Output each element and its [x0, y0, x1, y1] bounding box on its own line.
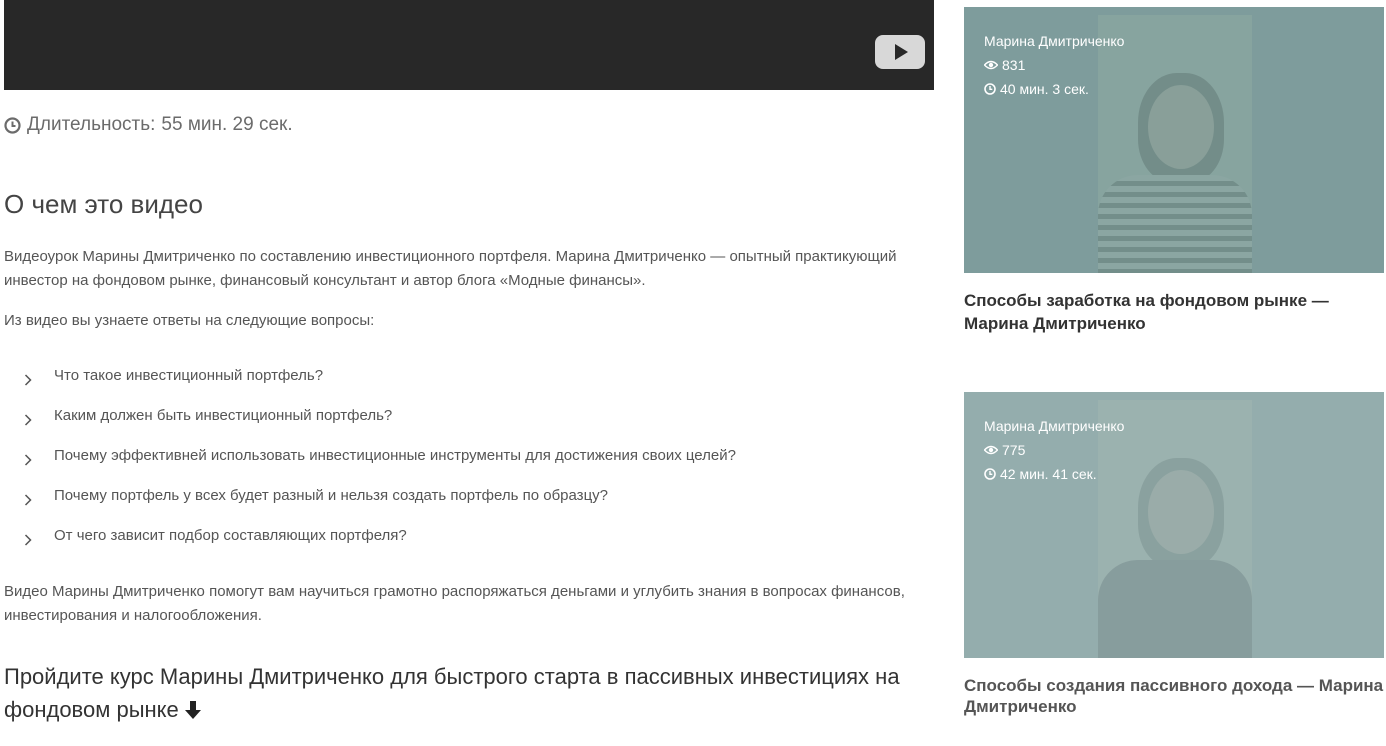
video-meta: Марина Дмитриченко 775 42 мин. 41 сек.	[984, 414, 1124, 486]
card-title[interactable]: Способы заработка на фондовом рынке — Ма…	[964, 289, 1384, 335]
intro-paragraph: Видеоурок Марины Дмитриченко по составле…	[4, 248, 897, 289]
duration-label: Длительность:	[27, 114, 156, 135]
clock-icon	[984, 468, 996, 480]
card-duration: 40 мин. 3 сек.	[1000, 81, 1089, 97]
related-video-card[interactable]: Марина Дмитриченко 831 40 мин. 3 сек. Сп…	[964, 7, 1384, 335]
video-thumbnail[interactable]: Марина Дмитриченко 775 42 мин. 41 сек.	[964, 392, 1384, 658]
list-item: От чего зависит подбор составляющих порт…	[24, 524, 736, 564]
card-duration: 42 мин. 41 сек.	[1000, 466, 1097, 482]
question-text: Почему портфель у всех будет разный и не…	[54, 487, 608, 504]
chevron-right-icon	[24, 454, 32, 466]
course-heading-text: Пройдите курс Марины Дмитриченко для быс…	[4, 664, 900, 722]
chevron-right-icon	[24, 494, 32, 506]
chevron-right-icon	[24, 534, 32, 546]
related-video-card[interactable]: Марина Дмитриченко 775 42 мин. 41 сек. С…	[964, 392, 1384, 717]
duration-value: 55 мин. 29 сек.	[161, 114, 293, 135]
questions-list: Что такое инвестиционный портфель? Каким…	[24, 364, 736, 564]
video-meta: Марина Дмитриченко 831 40 мин. 3 сек.	[984, 29, 1124, 101]
eye-icon	[984, 60, 998, 70]
card-views: 831	[1002, 57, 1026, 73]
section-title: О чем это видео	[4, 189, 203, 219]
list-item: Каким должен быть инвестиционный портфел…	[24, 404, 736, 444]
list-item: Почему портфель у всех будет разный и не…	[24, 484, 736, 524]
question-text: Каким должен быть инвестиционный портфел…	[54, 407, 393, 424]
question-text: Почему эффективней использовать инвестиц…	[54, 447, 736, 464]
outro-paragraph: Видео Марины Дмитриченко помогут вам нау…	[4, 583, 905, 624]
eye-icon	[984, 445, 998, 455]
list-item: Что такое инвестиционный портфель?	[24, 364, 736, 404]
play-icon	[895, 44, 908, 60]
questions-lead: Из видео вы узнаете ответы на следующие …	[4, 312, 375, 329]
video-thumbnail[interactable]: Марина Дмитриченко 831 40 мин. 3 сек.	[964, 7, 1384, 273]
list-item: Почему эффективней использовать инвестиц…	[24, 444, 736, 484]
video-player[interactable]	[4, 0, 934, 90]
card-title[interactable]: Способы создания пассивного дохода — Мар…	[964, 675, 1384, 717]
video-duration: Длительность: 55 мин. 29 сек.	[4, 114, 293, 136]
question-text: От чего зависит подбор составляющих порт…	[54, 527, 407, 544]
clock-icon	[984, 83, 996, 95]
card-views: 775	[1002, 442, 1026, 458]
arrow-down-icon	[184, 701, 201, 719]
page: Длительность: 55 мин. 29 сек. О чем это …	[0, 0, 1386, 746]
chevron-right-icon	[24, 374, 32, 386]
card-author: Марина Дмитриченко	[984, 418, 1125, 434]
card-author: Марина Дмитриченко	[984, 33, 1125, 49]
clock-icon	[4, 116, 21, 134]
course-heading: Пройдите курс Марины Дмитриченко для быс…	[4, 660, 934, 729]
question-text: Что такое инвестиционный портфель?	[54, 367, 324, 384]
chevron-right-icon	[24, 414, 32, 426]
youtube-play-button[interactable]	[875, 35, 925, 69]
